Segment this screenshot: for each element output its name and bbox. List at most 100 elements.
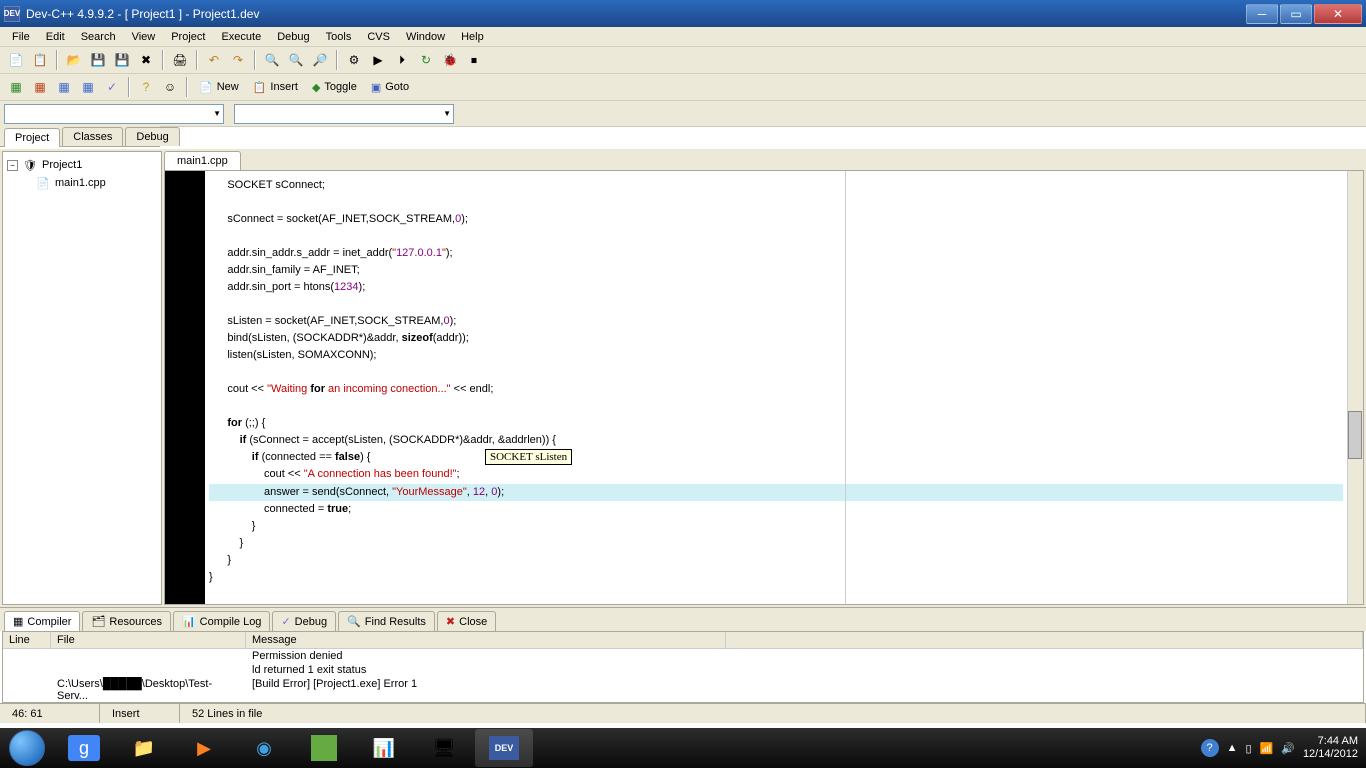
help-tray-icon[interactable]: ?	[1201, 739, 1219, 757]
close-button[interactable]: ✕	[1314, 4, 1362, 24]
code-editor[interactable]: SOCKET sConnect; sConnect = socket(AF_IN…	[164, 170, 1364, 605]
run-icon[interactable]: ▶	[367, 49, 389, 71]
compile-run-icon[interactable]: ⏵	[391, 49, 413, 71]
save-all-icon[interactable]: 💾	[111, 49, 133, 71]
sidebar-tabs: Project Classes Debug	[0, 124, 160, 147]
menu-tools[interactable]: Tools	[318, 29, 360, 45]
close-file-icon[interactable]: ✖	[135, 49, 157, 71]
menu-debug[interactable]: Debug	[269, 29, 317, 45]
task-app2[interactable]	[295, 729, 353, 767]
find-icon[interactable]: 🔍	[261, 49, 283, 71]
new-file-icon[interactable]: 📄	[5, 49, 27, 71]
toggle-button[interactable]: ◆Toggle	[305, 76, 364, 98]
function-dropdown[interactable]: ▼	[234, 104, 454, 124]
scrollbar-thumb[interactable]	[1348, 411, 1362, 459]
toggle-icon: ◆	[312, 81, 320, 94]
col-empty[interactable]	[726, 632, 1363, 648]
btab-compile-log[interactable]: 📊Compile Log	[173, 611, 270, 631]
task-devcpp[interactable]: DEV	[475, 729, 533, 767]
menu-edit[interactable]: Edit	[38, 29, 73, 45]
vertical-scrollbar[interactable]	[1347, 171, 1363, 604]
title-bar: DEV Dev-C++ 4.9.9.2 - [ Project1 ] - Pro…	[0, 0, 1366, 27]
menu-project[interactable]: Project	[163, 29, 213, 45]
minimize-button[interactable]: ─	[1246, 4, 1278, 24]
battery-icon[interactable]: ▯	[1245, 742, 1251, 755]
undo-icon[interactable]: ↶	[203, 49, 225, 71]
btab-find-results[interactable]: 🔍Find Results	[338, 611, 435, 631]
start-button[interactable]	[0, 728, 54, 768]
help-icon[interactable]: ?	[135, 76, 157, 98]
goto-button[interactable]: ▣Goto	[364, 76, 416, 98]
code-body[interactable]: SOCKET sConnect; sConnect = socket(AF_IN…	[205, 171, 1347, 604]
maximize-button[interactable]: ▭	[1280, 4, 1312, 24]
new-file-small-icon: 📄	[199, 81, 213, 94]
bottom-tabs: ▦Compiler 🗂Resources 📊Compile Log ✓Debug…	[0, 607, 1366, 631]
btab-compiler[interactable]: ▦Compiler	[4, 611, 80, 631]
about-icon[interactable]: ☺	[159, 76, 181, 98]
tree-root[interactable]: − 🛡 Project1	[7, 156, 157, 174]
compiler-row[interactable]: Permission denied	[3, 649, 1363, 663]
compile-icon[interactable]: ⚙	[343, 49, 365, 71]
wifi-icon[interactable]: 📶	[1260, 742, 1274, 755]
grid4-icon[interactable]: ▦	[77, 76, 99, 98]
editor-tab-main[interactable]: main1.cpp	[164, 151, 241, 170]
find-tab-icon: 🔍	[347, 615, 361, 628]
btab-close[interactable]: ✖Close	[437, 611, 496, 631]
redo-icon[interactable]: ↷	[227, 49, 249, 71]
insert-icon: 📋	[253, 81, 267, 94]
col-file[interactable]: File	[51, 632, 246, 648]
status-lines: 52 Lines in file	[180, 704, 1366, 723]
replace-icon[interactable]: 🔍	[285, 49, 307, 71]
menu-cvs[interactable]: CVS	[359, 29, 398, 45]
system-tray[interactable]: ? ▲ ▯ 📶 🔊 7:44 AM 12/14/2012	[1193, 735, 1366, 761]
task-app1[interactable]: ◉	[235, 729, 293, 767]
compiler-row[interactable]: C:\Users\█████\Desktop\Test-Serv...[Buil…	[3, 677, 1363, 703]
resources-tab-icon: 🗂	[91, 615, 105, 628]
stop-icon[interactable]: ⏹	[463, 49, 485, 71]
taskbar: g 📁 ▶ ◉ 📊 🖥 DEV ? ▲ ▯ 📶 🔊 7:44 AM 12/14/…	[0, 728, 1366, 768]
menu-file[interactable]: File	[4, 29, 38, 45]
task-media[interactable]: ▶	[175, 729, 233, 767]
class-dropdown[interactable]: ▼	[4, 104, 224, 124]
save-icon[interactable]: 💾	[87, 49, 109, 71]
menu-view[interactable]: View	[124, 29, 164, 45]
task-explorer[interactable]: 📁	[115, 729, 173, 767]
print-icon[interactable]: 🖨	[169, 49, 191, 71]
tree-child-label: main1.cpp	[55, 177, 106, 189]
task-app4[interactable]: 🖥	[415, 729, 473, 767]
new-project-icon[interactable]: 📋	[29, 49, 51, 71]
goto-icon: ▣	[371, 81, 381, 94]
menu-help[interactable]: Help	[453, 29, 492, 45]
col-message[interactable]: Message	[246, 632, 726, 648]
tree-child[interactable]: 📄 main1.cpp	[7, 174, 157, 192]
menu-search[interactable]: Search	[73, 29, 124, 45]
task-chrome[interactable]: g	[55, 729, 113, 767]
compiler-row[interactable]: ld returned 1 exit status	[3, 663, 1363, 677]
rebuild-icon[interactable]: ↻	[415, 49, 437, 71]
collapse-icon[interactable]: −	[7, 160, 18, 171]
tray-up-icon[interactable]: ▲	[1227, 742, 1238, 754]
open-icon[interactable]: 📂	[63, 49, 85, 71]
task-app3[interactable]: 📊	[355, 729, 413, 767]
status-pos: 46: 61	[0, 704, 100, 723]
tab-project[interactable]: Project	[4, 128, 60, 147]
grid3-icon[interactable]: ▦	[53, 76, 75, 98]
find-next-icon[interactable]: 🔎	[309, 49, 331, 71]
check-icon[interactable]: ✓	[101, 76, 123, 98]
new-button[interactable]: 📄New	[192, 76, 246, 98]
col-line[interactable]: Line	[3, 632, 51, 648]
clock[interactable]: 7:44 AM 12/14/2012	[1303, 735, 1358, 761]
btab-resources[interactable]: 🗂Resources	[82, 611, 171, 631]
insert-button[interactable]: 📋Insert	[246, 76, 305, 98]
start-orb-icon	[9, 730, 45, 766]
btab-debug[interactable]: ✓Debug	[272, 611, 336, 631]
tab-debug[interactable]: Debug	[125, 127, 179, 146]
debug-run-icon[interactable]: 🐞	[439, 49, 461, 71]
menu-window[interactable]: Window	[398, 29, 453, 45]
tree-root-label: Project1	[42, 159, 82, 171]
tab-classes[interactable]: Classes	[62, 127, 123, 146]
grid2-icon[interactable]: ▦	[29, 76, 51, 98]
volume-icon[interactable]: 🔊	[1281, 742, 1295, 755]
grid1-icon[interactable]: ▦	[5, 76, 27, 98]
menu-execute[interactable]: Execute	[213, 29, 269, 45]
